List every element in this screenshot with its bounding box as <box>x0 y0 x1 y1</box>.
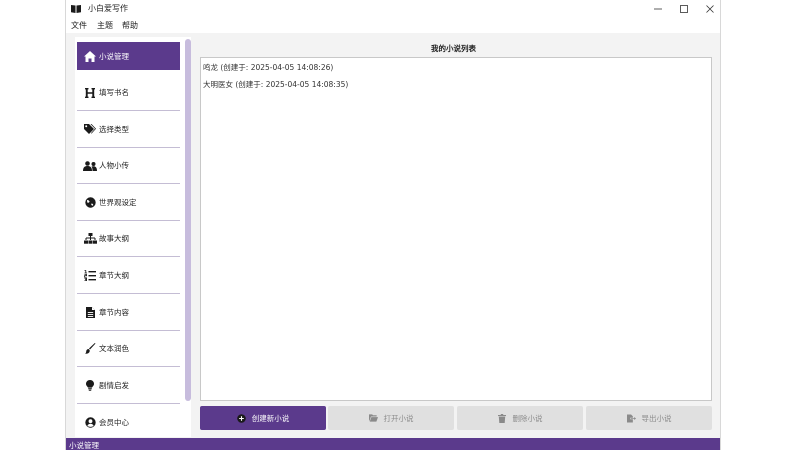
open-novel-button[interactable]: 打开小说 <box>328 406 454 430</box>
sidebar-item-chapter-outline[interactable]: 章节大纲 <box>77 258 180 294</box>
sidebar-item-label: 人物小传 <box>99 161 129 170</box>
sidebar-item-novel-management[interactable]: 小说管理 <box>77 42 180 70</box>
create-novel-button[interactable]: 创建新小说 <box>200 406 326 430</box>
delete-novel-label: 删除小说 <box>512 413 543 423</box>
sidebar: 小说管理 填写书名 选择类型 人物小传 世界观设定 故事大纲 章节大纲 章节内容… <box>75 37 191 437</box>
status-text: 小说管理 <box>69 441 99 450</box>
sidebar-item-membership[interactable]: 会员中心 <box>77 404 180 440</box>
status-bar: 小说管理 <box>66 438 720 450</box>
sidebar-item-label: 小说管理 <box>99 51 129 61</box>
users-icon <box>83 159 97 173</box>
maximize-icon <box>680 4 688 13</box>
sidebar-item-label: 章节大纲 <box>99 271 129 280</box>
sitemap-icon <box>83 232 97 246</box>
title-bar: 小白爱写作 <box>66 0 720 17</box>
app-window: 小白爱写作 文件 主题 帮助 小说管理 填写书名 选择类型 人物小传 世界观设定… <box>65 0 721 450</box>
menu-bar: 文件 主题 帮助 <box>66 17 720 33</box>
novel-list-title: 我的小说列表 <box>431 44 476 53</box>
menu-theme[interactable]: 主题 <box>97 20 113 31</box>
delete-novel-button[interactable]: 删除小说 <box>457 406 583 430</box>
minimize-button[interactable] <box>644 0 672 17</box>
sidebar-item-text-polishing[interactable]: 文本润色 <box>77 331 180 367</box>
user-circle-icon <box>83 415 97 429</box>
sidebar-item-label: 章节内容 <box>99 308 129 317</box>
menu-help[interactable]: 帮助 <box>122 20 138 31</box>
sidebar-item-genre[interactable]: 选择类型 <box>77 112 180 148</box>
close-button[interactable] <box>696 0 724 17</box>
heading-icon <box>83 86 97 100</box>
sidebar-item-label: 会员中心 <box>99 417 129 427</box>
main-area: 小说管理 填写书名 选择类型 人物小传 世界观设定 故事大纲 章节大纲 章节内容… <box>66 33 720 438</box>
plus-circle-icon <box>236 413 246 423</box>
brush-icon <box>83 342 97 356</box>
open-novel-label: 打开小说 <box>383 413 414 423</box>
export-novel-label: 导出小说 <box>641 413 672 423</box>
maximize-button[interactable] <box>670 0 698 17</box>
sidebar-item-label: 填写书名 <box>99 88 129 97</box>
sidebar-item-label: 剧情启发 <box>99 381 129 390</box>
home-icon <box>83 49 97 63</box>
close-icon <box>706 4 714 13</box>
sidebar-item-book-title[interactable]: 填写书名 <box>77 75 180 111</box>
sidebar-item-label: 文本润色 <box>99 344 129 353</box>
sidebar-item-characters[interactable]: 人物小传 <box>77 148 180 184</box>
tags-icon <box>83 123 97 137</box>
list-item[interactable]: 大明医女 (创建于: 2025-04-05 14:08:35) <box>203 79 348 90</box>
export-novel-button[interactable]: 导出小说 <box>586 406 712 430</box>
create-novel-label: 创建新小说 <box>251 413 290 423</box>
globe-icon <box>83 196 97 210</box>
novel-list[interactable]: 鸣龙 (创建于: 2025-04-05 14:08:26) 大明医女 (创建于:… <box>200 57 712 401</box>
sidebar-item-worldbuilding[interactable]: 世界观设定 <box>77 185 180 221</box>
folder-open-icon <box>368 414 378 423</box>
sidebar-item-chapter-content[interactable]: 章节内容 <box>77 295 180 331</box>
minimize-icon <box>654 8 662 9</box>
trash-icon <box>498 413 507 423</box>
sidebar-item-story-outline[interactable]: 故事大纲 <box>77 221 180 257</box>
file-export-icon <box>626 413 636 423</box>
sidebar-item-label: 世界观设定 <box>99 198 137 207</box>
window-title: 小白爱写作 <box>88 4 128 13</box>
sidebar-item-label: 故事大纲 <box>99 234 129 243</box>
lightbulb-icon <box>83 379 97 393</box>
book-icon <box>71 5 81 13</box>
file-text-icon <box>83 306 97 320</box>
sidebar-item-label: 选择类型 <box>99 125 129 134</box>
menu-file[interactable]: 文件 <box>71 20 87 31</box>
sidebar-scrollbar[interactable] <box>185 39 191 401</box>
list-ol-icon <box>83 269 97 283</box>
list-item[interactable]: 鸣龙 (创建于: 2025-04-05 14:08:26) <box>203 62 333 73</box>
sidebar-item-plot-inspiration[interactable]: 剧情启发 <box>77 368 180 404</box>
